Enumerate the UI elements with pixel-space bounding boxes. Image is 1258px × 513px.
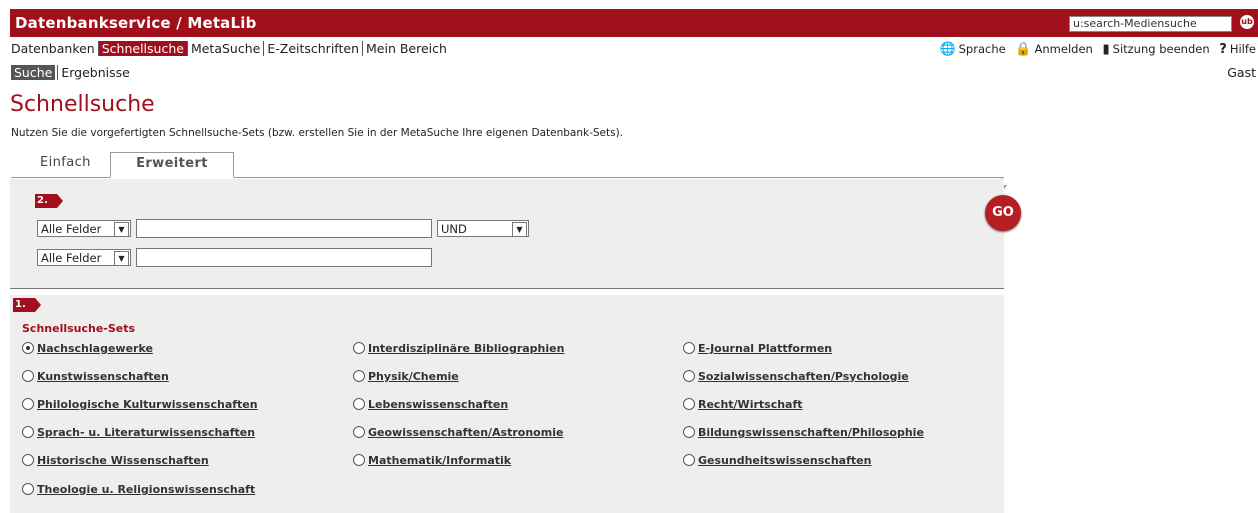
top-header-bar: Datenbankservice / MetaLib u:search-Medi…: [10, 9, 1258, 37]
radio-icon: [22, 426, 34, 438]
chevron-down-icon: ▼: [114, 222, 129, 237]
set-option[interactable]: Mathematik/Informatik: [353, 454, 511, 467]
set-option[interactable]: Interdisziplinäre Bibliographien: [353, 342, 564, 355]
radio-icon: [22, 398, 34, 410]
set-option[interactable]: Historische Wissenschaften: [22, 454, 209, 467]
sprache-link[interactable]: Sprache: [959, 42, 1006, 56]
nav-item-schnellsuche[interactable]: Schnellsuche: [98, 41, 188, 56]
radio-icon: [353, 398, 365, 410]
user-label: Gast: [1227, 65, 1256, 80]
ub-logo-icon[interactable]: ub: [1240, 15, 1254, 29]
tab-erweitert[interactable]: Erweitert: [110, 152, 234, 178]
set-label: Kunstwissenschaften: [37, 370, 169, 383]
field-select-1[interactable]: Alle Felder ▼: [37, 220, 131, 237]
set-label: Bildungswissenschaften/Philosophie: [698, 426, 924, 439]
set-label: Recht/Wirtschaft: [698, 398, 803, 411]
globe-icon: 🌐: [939, 42, 956, 57]
page-description: Nutzen Sie die vorgefertigten Schnellsuc…: [11, 127, 624, 139]
set-label: Geowissenschaften/Astronomie: [368, 426, 564, 439]
tab-einfach[interactable]: Einfach: [40, 155, 91, 170]
chevron-down-icon: ▼: [512, 222, 527, 237]
set-option[interactable]: Geowissenschaften/Astronomie: [353, 426, 563, 439]
utility-nav: 🌐 Sprache 🔒 Anmelden ▮ Sitzung beenden ? Hil…: [933, 42, 1256, 57]
exit-door-icon: ▮: [1102, 42, 1110, 57]
set-option[interactable]: Sprach- u. Literaturwissenschaften: [22, 426, 255, 439]
page-title: Schnellsuche: [10, 92, 155, 117]
set-label: Sozialwissenschaften/Psychologie: [698, 370, 909, 383]
anmelden-link[interactable]: Anmelden: [1035, 42, 1093, 56]
set-label: Physik/Chemie: [368, 370, 459, 383]
nav-item-mein-bereich[interactable]: Mein Bereich: [363, 41, 450, 56]
field-select-2-value: Alle Felder: [41, 251, 102, 265]
sets-heading: Schnellsuche-Sets: [22, 322, 136, 335]
set-label: Sprach- u. Literaturwissenschaften: [37, 426, 256, 439]
set-option[interactable]: Gesundheitswissenschaften: [683, 454, 871, 467]
help-icon: ?: [1219, 42, 1227, 57]
radio-icon: [353, 370, 365, 382]
app-title: Datenbankservice / MetaLib: [15, 14, 257, 32]
set-option[interactable]: Theologie u. Religionswissenschaft: [22, 483, 255, 496]
set-label: Mathematik/Informatik: [368, 454, 512, 467]
radio-icon: [683, 454, 695, 466]
radio-icon: [22, 454, 34, 466]
set-label: Gesundheitswissenschaften: [698, 454, 872, 467]
step-1-badge: 1.: [13, 298, 41, 312]
top-search-input[interactable]: u:search-Mediensuche: [1069, 16, 1232, 32]
radio-icon: [353, 342, 365, 354]
sitzung-beenden-link[interactable]: Sitzung beenden: [1113, 42, 1210, 56]
search-term-input-1[interactable]: [136, 219, 432, 238]
radio-icon: [353, 454, 365, 466]
set-label: Lebenswissenschaften: [368, 398, 509, 411]
nav-item-e-zeitschriften[interactable]: E-Zeitschriften: [264, 41, 363, 56]
go-button[interactable]: GO: [985, 195, 1021, 231]
radio-selected-icon: [22, 342, 34, 354]
set-option[interactable]: Kunstwissenschaften: [22, 370, 169, 383]
set-option[interactable]: Physik/Chemie: [353, 370, 459, 383]
set-option[interactable]: Recht/Wirtschaft: [683, 398, 803, 411]
radio-icon: [683, 426, 695, 438]
chevron-down-icon: ▼: [114, 251, 129, 266]
nav-item-metasuche[interactable]: MetaSuche: [188, 41, 265, 56]
field-select-2[interactable]: Alle Felder ▼: [37, 249, 131, 266]
search-term-input-2[interactable]: [136, 248, 432, 267]
set-option[interactable]: Lebenswissenschaften: [353, 398, 508, 411]
set-option[interactable]: Bildungswissenschaften/Philosophie: [683, 426, 924, 439]
subnav-item-ergebnisse[interactable]: Ergebnisse: [57, 65, 130, 80]
set-option[interactable]: Sozialwissenschaften/Psychologie: [683, 370, 909, 383]
step-2-badge: 2.: [35, 194, 63, 208]
set-label: Nachschlagewerke: [37, 342, 153, 355]
set-option[interactable]: Nachschlagewerke: [22, 342, 153, 355]
radio-icon: [683, 398, 695, 410]
radio-icon: [683, 370, 695, 382]
quicksearch-sets-panel: 1. Schnellsuche-Sets Nachschlagewerke Ku…: [10, 295, 1004, 513]
set-label: E-Journal Plattformen: [698, 342, 833, 355]
operator-select-value: UND: [441, 222, 467, 236]
set-option[interactable]: E-Journal Plattformen: [683, 342, 832, 355]
set-label: Interdisziplinäre Bibliographien: [368, 342, 565, 355]
set-label: Theologie u. Religionswissenschaft: [37, 483, 256, 496]
radio-icon: [22, 370, 34, 382]
sub-nav: Suche Ergebnisse: [11, 65, 130, 80]
main-nav: Datenbanken Schnellsuche MetaSuche E-Zeitsc…: [11, 41, 450, 56]
search-tabs: Einfach Erweitert: [11, 152, 1004, 178]
set-label: Historische Wissenschaften: [37, 454, 209, 467]
operator-select[interactable]: UND ▼: [437, 220, 529, 237]
radio-icon: [683, 342, 695, 354]
radio-icon: [22, 483, 34, 495]
field-select-1-value: Alle Felder: [41, 222, 102, 236]
radio-icon: [353, 426, 365, 438]
set-option[interactable]: Philologische Kulturwissenschaften: [22, 398, 258, 411]
lock-icon: 🔒: [1015, 42, 1032, 57]
hilfe-link[interactable]: Hilfe: [1230, 42, 1256, 56]
nav-item-datenbanken[interactable]: Datenbanken: [11, 41, 99, 56]
search-fields-panel: 2. Alle Felder ▼ UND ▼ Alle Felder ▼: [10, 179, 1004, 289]
subnav-item-suche[interactable]: Suche: [11, 65, 56, 80]
set-label: Philologische Kulturwissenschaften: [37, 398, 258, 411]
